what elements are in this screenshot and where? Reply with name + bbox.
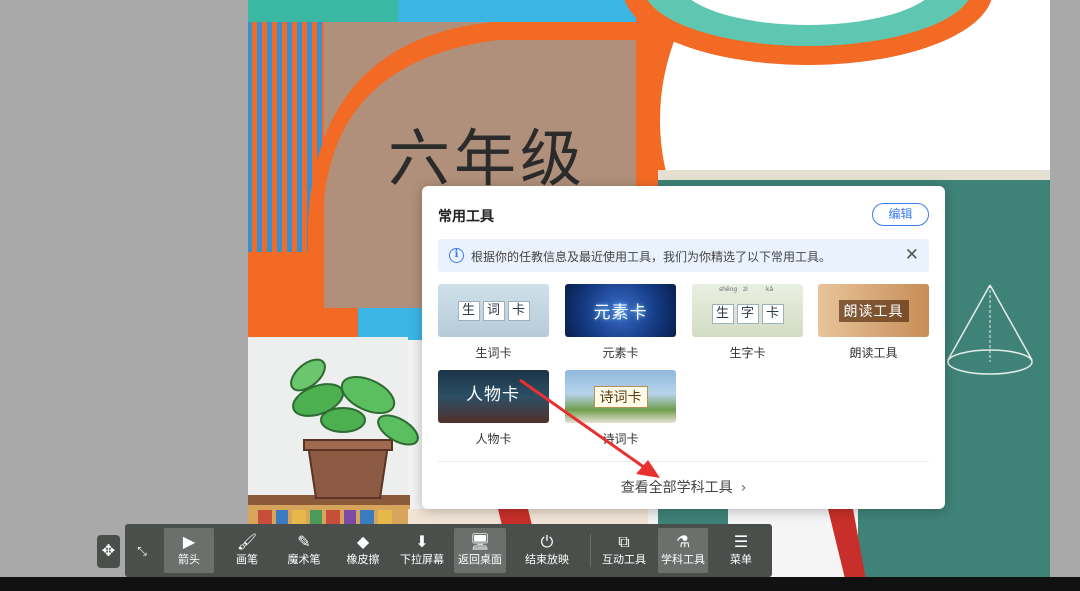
notice-text: 根据你的任教信息及最近使用工具，我们为你精选了以下常用工具。: [471, 250, 832, 264]
tool-label: 人物卡: [475, 432, 512, 446]
edit-button[interactable]: 编辑: [872, 203, 929, 226]
close-icon[interactable]: ✕: [905, 245, 919, 265]
pointer-arrow-icon: ▶: [182, 532, 196, 551]
toolbar-item-label: 结束放映: [525, 553, 569, 566]
thumb-pinyin: shēng: [719, 286, 738, 293]
tool-card-renwu[interactable]: 人物卡 人物卡: [438, 370, 549, 447]
tool-card-yuansu[interactable]: 元素卡 元素卡: [565, 284, 676, 361]
tool-card-shici[interactable]: 诗词卡 诗词卡: [565, 370, 676, 447]
brush-icon: 🖌: [236, 532, 258, 551]
toolbar-item-label: 魔术笔: [287, 553, 321, 566]
toolbar-item-label: 箭头: [178, 553, 200, 566]
tool-label: 元素卡: [602, 346, 639, 360]
presentation-toolbar: ⤡ ▶ 箭头 🖌 画笔 ✎ 魔术笔 ◆ 橡皮擦 ⬇ 下拉屏幕 🖥 返回桌面 ⏻ …: [125, 524, 772, 577]
thumb-text: 元素卡: [593, 303, 648, 323]
pull-down-screen-icon: ⬇: [415, 532, 429, 551]
chevron-right-icon: ›: [740, 480, 747, 496]
toolbar-item-pull-down-screen[interactable]: ⬇ 下拉屏幕: [395, 528, 449, 573]
tool-card-langdu[interactable]: 朗读工具 朗读工具: [818, 284, 929, 361]
thumb-text: 诗词卡: [593, 385, 648, 408]
thumb-char: 生: [457, 300, 480, 321]
collapse-icon: ⤡: [137, 544, 147, 558]
toolbar-separator: [590, 534, 591, 567]
toolbar-move-handle[interactable]: ✥: [97, 535, 120, 568]
recommendation-notice: i 根据你的任教信息及最近使用工具，我们为你精选了以下常用工具。 ✕: [438, 239, 929, 272]
panel-title: 常用工具: [438, 209, 494, 225]
panel-divider: [438, 461, 929, 462]
tool-thumbnail: 诗词卡: [565, 370, 676, 423]
subject-tools-icon: ⚗: [675, 532, 691, 551]
toolbar-item-return-desktop[interactable]: 🖥 返回桌面: [454, 528, 506, 573]
power-icon: ⏻: [540, 532, 554, 551]
toolbar-item-label: 菜单: [730, 553, 752, 566]
toolbar-item-pointer[interactable]: ▶ 箭头: [164, 528, 214, 573]
toolbar-item-label: 橡皮擦: [346, 553, 380, 566]
toolbar-item-end-slideshow[interactable]: ⏻ 结束放映: [519, 528, 575, 573]
toolbar-item-label: 学科工具: [661, 553, 705, 566]
thumb-char: 生: [711, 303, 734, 324]
toolbar-item-label: 返回桌面: [458, 553, 502, 566]
eraser-icon: ◆: [356, 532, 370, 551]
screen-bottom-bar: [0, 577, 1080, 591]
thumb-char: 字: [736, 303, 759, 324]
magic-pen-icon: ✎: [297, 532, 311, 551]
toolbar-item-label: 下拉屏幕: [400, 553, 444, 566]
toolbar-item-magic-pen[interactable]: ✎ 魔术笔: [278, 528, 330, 573]
view-all-subject-tools-link[interactable]: 查看全部学科工具 ›: [422, 477, 945, 497]
thumb-text: 人物卡: [466, 385, 520, 405]
desktop-icon: 🖥: [469, 532, 491, 551]
interactive-tools-icon: ⧉: [618, 532, 630, 551]
tool-thumbnail: 生 词 卡: [438, 284, 549, 337]
slide-title: 六年级: [388, 122, 587, 195]
toolbar-item-label: 画笔: [236, 553, 258, 566]
thumb-pinyin: kǎ: [766, 286, 774, 293]
tool-card-shengci[interactable]: 生 词 卡 生词卡: [438, 284, 549, 361]
tool-thumbnail: 朗读工具: [818, 284, 929, 337]
toolbar-item-eraser[interactable]: ◆ 橡皮擦: [338, 528, 388, 573]
tool-thumbnail: 元素卡: [565, 284, 676, 337]
thumb-text: 朗读工具: [838, 299, 909, 322]
toolbar-item-menu[interactable]: ☰ 菜单: [716, 528, 766, 573]
toolbar-item-interactive-tools[interactable]: ⧉ 互动工具: [599, 528, 649, 573]
view-all-label: 查看全部学科工具: [620, 480, 733, 496]
tool-label: 朗读工具: [849, 346, 898, 360]
thumb-char: 词: [482, 300, 505, 321]
toolbar-item-subject-tools[interactable]: ⚗ 学科工具: [658, 528, 708, 573]
tool-label: 生字卡: [729, 346, 766, 360]
tool-card-shengzi[interactable]: shēng zì kǎ 生 字 卡 生字卡: [692, 284, 803, 361]
toolbar-item-label: 互动工具: [602, 553, 646, 566]
collapse-button[interactable]: ⤡: [131, 528, 153, 573]
tool-thumbnail: 人物卡: [438, 370, 549, 423]
tool-label: 诗词卡: [602, 432, 639, 446]
menu-icon: ☰: [733, 532, 749, 551]
toolbar-item-brush[interactable]: 🖌 画笔: [222, 528, 272, 573]
thumb-char: 卡: [761, 303, 784, 324]
common-tools-panel: 常用工具 编辑 i 根据你的任教信息及最近使用工具，我们为你精选了以下常用工具。…: [422, 186, 945, 509]
tool-thumbnail: shēng zì kǎ 生 字 卡: [692, 284, 803, 337]
tool-label: 生词卡: [475, 346, 512, 360]
thumb-char: 卡: [507, 300, 530, 321]
info-icon: i: [449, 248, 464, 263]
thumb-pinyin: zì: [743, 286, 748, 293]
